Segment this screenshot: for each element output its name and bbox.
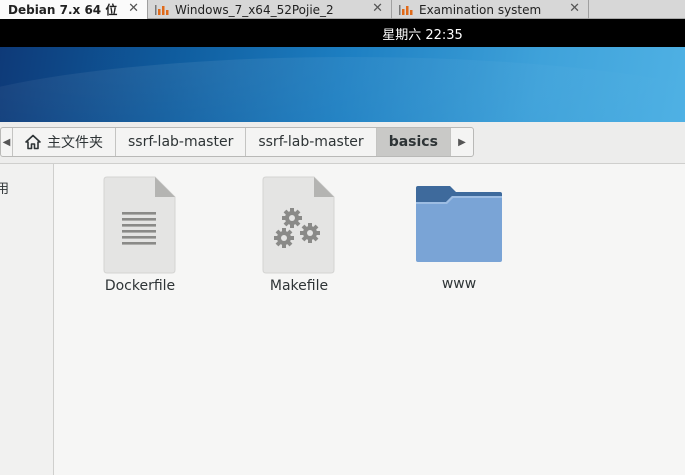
desktop-wallpaper — [0, 47, 685, 122]
sidebar-item-label[interactable]: 用 — [0, 178, 9, 197]
file-view: Dockerfile Makefile www — [55, 164, 685, 475]
close-icon[interactable]: ✕ — [569, 1, 580, 16]
file-item-dockerfile[interactable]: Dockerfile — [80, 176, 200, 294]
vm-tab-label: Debian 7.x 64 位 — [8, 3, 118, 17]
folder-icon — [416, 186, 502, 262]
vm-tab-strip: Debian 7.x 64 位 ✕ Windows_7_x64_52Pojie_… — [0, 0, 685, 19]
places-sidebar: 用 — [0, 164, 54, 475]
pathbar-scroll-right[interactable]: ▶ — [451, 128, 473, 156]
pathbar-scroll-left[interactable]: ◀ — [1, 128, 13, 156]
breadcrumb: ◀ 主文件夹 ssrf-lab-master ssrf-lab-master b… — [0, 127, 474, 157]
vm-tab-windows[interactable]: Windows_7_x64_52Pojie_2 ✕ — [149, 0, 392, 19]
close-icon[interactable]: ✕ — [128, 1, 139, 16]
crumb-ssrf-lab-master-2[interactable]: ssrf-lab-master — [246, 128, 377, 156]
file-item-makefile[interactable]: Makefile — [239, 176, 359, 294]
top-panel: 星期六 22:35 — [0, 19, 685, 47]
vm-tab-examination[interactable]: Examination system ✕ — [393, 0, 589, 19]
vm-tab-label: Windows_7_x64_52Pojie_2 — [175, 2, 334, 17]
file-manager-toolbar: ◀ 主文件夹 ssrf-lab-master ssrf-lab-master b… — [0, 122, 685, 164]
close-icon[interactable]: ✕ — [372, 1, 383, 16]
folder-item-www[interactable]: www — [399, 184, 519, 292]
home-icon — [25, 134, 41, 150]
crumb-home-label: 主文件夹 — [47, 135, 103, 151]
file-name: Dockerfile — [104, 278, 176, 294]
vm-icon — [399, 4, 415, 16]
file-name: Makefile — [269, 278, 329, 294]
vm-icon — [155, 4, 171, 16]
file-name: www — [441, 276, 477, 292]
text-file-icon — [103, 176, 176, 274]
crumb-home[interactable]: 主文件夹 — [13, 128, 116, 156]
crumb-basics[interactable]: basics — [376, 128, 451, 156]
makefile-icon — [262, 176, 335, 274]
crumb-ssrf-lab-master-1[interactable]: ssrf-lab-master — [116, 128, 247, 156]
vm-tab-debian[interactable]: Debian 7.x 64 位 ✕ — [0, 0, 148, 19]
vm-tab-label: Examination system — [419, 2, 542, 17]
clock[interactable]: 星期六 22:35 — [0, 24, 685, 43]
